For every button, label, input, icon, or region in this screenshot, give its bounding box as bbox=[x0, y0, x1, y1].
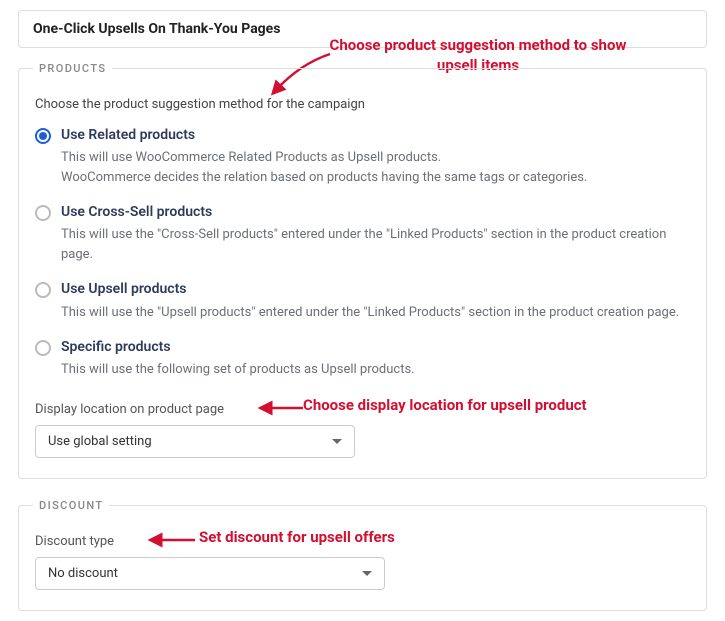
radio-icon bbox=[35, 128, 51, 144]
page-title-box: One-Click Upsells On Thank-You Pages bbox=[18, 10, 707, 48]
radio-cross-sell[interactable]: Use Cross-Sell products This will use th… bbox=[35, 203, 690, 264]
radio-desc: This will use WooCommerce Related Produc… bbox=[61, 148, 587, 187]
discount-type-label: Discount type bbox=[35, 534, 690, 549]
discount-legend: DISCOUNT bbox=[33, 499, 109, 512]
display-location-dropdown[interactable]: Use global setting bbox=[35, 425, 355, 458]
radio-icon bbox=[35, 340, 51, 356]
radio-related-products[interactable]: Use Related products This will use WooCo… bbox=[35, 126, 690, 187]
discount-type-dropdown[interactable]: No discount bbox=[35, 557, 385, 590]
display-location-label: Display location on product page bbox=[35, 402, 690, 417]
radio-label: Use Cross-Sell products bbox=[61, 203, 690, 221]
chevron-down-icon bbox=[332, 439, 342, 444]
radio-specific[interactable]: Specific products This will use the foll… bbox=[35, 338, 690, 380]
radio-label: Use Upsell products bbox=[61, 280, 679, 298]
products-intro: Choose the product suggestion method for… bbox=[35, 97, 690, 112]
radio-label: Use Related products bbox=[61, 126, 587, 144]
dropdown-value: Use global setting bbox=[48, 434, 152, 449]
products-legend: PRODUCTS bbox=[33, 62, 112, 75]
discount-fieldset: DISCOUNT Set discount for upsell offers … bbox=[18, 499, 707, 611]
suggestion-method-radio-group: Use Related products This will use WooCo… bbox=[35, 126, 690, 380]
dropdown-value: No discount bbox=[48, 566, 118, 581]
radio-desc: This will use the "Cross-Sell products" … bbox=[61, 225, 690, 264]
chevron-down-icon bbox=[362, 571, 372, 576]
radio-desc: This will use the following set of produ… bbox=[61, 360, 415, 380]
radio-upsell[interactable]: Use Upsell products This will use the "U… bbox=[35, 280, 690, 322]
page-title: One-Click Upsells On Thank-You Pages bbox=[33, 21, 280, 37]
radio-icon bbox=[35, 205, 51, 221]
products-fieldset: PRODUCTS Choose the product suggestion m… bbox=[18, 62, 707, 479]
radio-icon bbox=[35, 282, 51, 298]
radio-desc: This will use the "Upsell products" ente… bbox=[61, 303, 679, 323]
radio-label: Specific products bbox=[61, 338, 415, 356]
